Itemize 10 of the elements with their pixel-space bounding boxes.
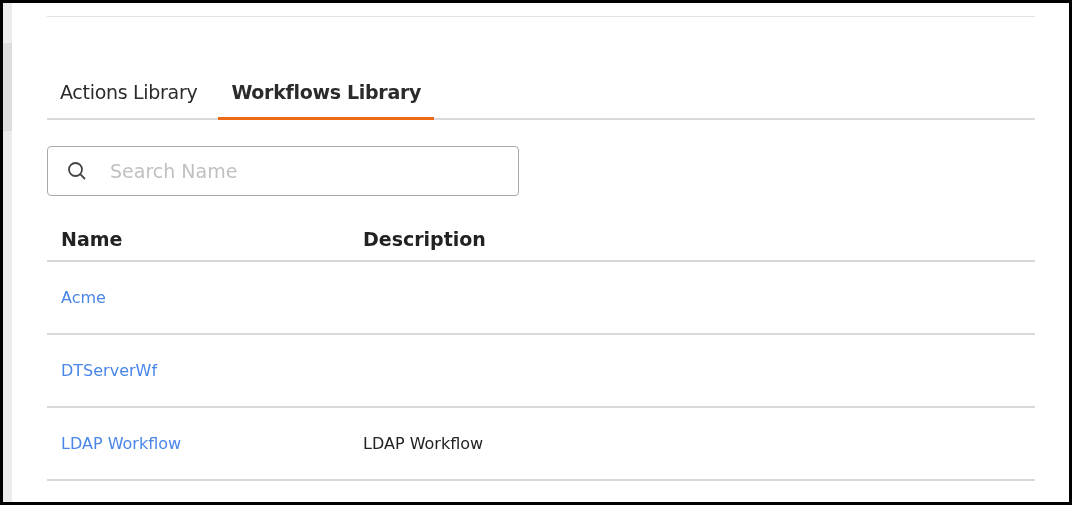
workflow-link[interactable]: DTServerWf [61, 361, 157, 380]
workflow-link[interactable]: LDAP Workflow [61, 434, 182, 453]
tab[interactable]: Actions Library [47, 81, 211, 120]
workflow-link[interactable]: Acme [61, 288, 106, 307]
column-header: Description [363, 228, 487, 250]
column-header: Name [61, 228, 124, 250]
tab[interactable]: Workflows Library [218, 81, 435, 120]
table-cell: LDAP Workflow [363, 434, 484, 453]
search-field[interactable]: Search Name [47, 146, 519, 196]
search-icon [67, 161, 87, 181]
